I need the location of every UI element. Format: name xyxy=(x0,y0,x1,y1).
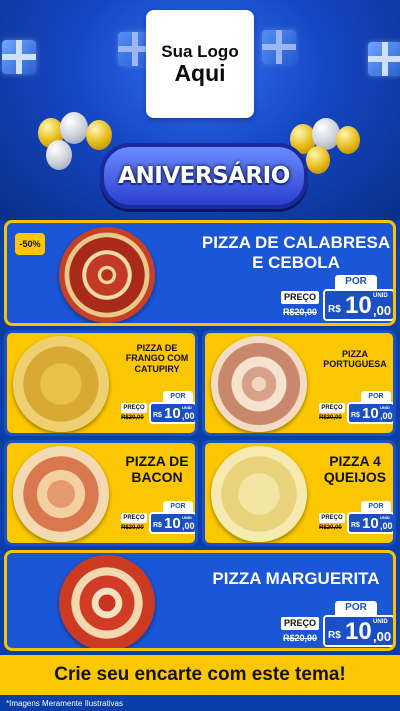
currency: R$ xyxy=(328,304,341,315)
discount-badge: -50% xyxy=(15,233,45,255)
pizza-image xyxy=(59,555,155,648)
balloon-icon xyxy=(46,140,72,170)
price-dec: ,00 xyxy=(182,521,195,531)
por-label: POR xyxy=(335,601,377,615)
por-label: POR xyxy=(335,275,377,289)
cta-banner[interactable]: Crie seu encarte com este tema! xyxy=(0,655,400,695)
por-label: POR xyxy=(361,501,391,512)
price-int: 10 xyxy=(345,292,372,319)
new-price: R$ 10 ,00 UNID xyxy=(323,289,393,321)
gift-icon xyxy=(368,42,400,76)
featured-title: PIZZA DE CALABRESA E CEBOLA xyxy=(197,233,393,272)
unit-label: UNID xyxy=(380,405,390,410)
gift-icon xyxy=(2,40,36,74)
por-label: POR xyxy=(361,391,391,402)
anniversary-banner: ANIVERSÁRIO xyxy=(100,143,308,209)
price-int: 10 xyxy=(345,618,372,645)
banner-text: ANIVERSÁRIO xyxy=(118,163,290,189)
preco-label: PREÇO xyxy=(319,513,345,523)
product-card[interactable]: PIZZA 4 QUEIJOS POR PREÇO R$20,00 R$ 10 … xyxy=(202,440,396,546)
price-int: 10 xyxy=(164,405,181,422)
pizza-image xyxy=(13,336,109,432)
unit-label: UNID xyxy=(182,515,192,520)
currency: R$ xyxy=(328,630,341,641)
preco-label: PREÇO xyxy=(319,403,345,413)
por-label: POR xyxy=(163,501,193,512)
old-price: R$20,00 xyxy=(283,633,318,643)
pizza-image xyxy=(59,227,155,323)
currency: R$ xyxy=(153,522,162,529)
price-dec: ,00 xyxy=(373,303,392,318)
product-title: PIZZA DE BACON xyxy=(115,453,195,486)
gift-icon xyxy=(262,30,296,64)
disclaimer: *Imagens Meramente Ilustrativas xyxy=(6,699,123,708)
title-line: PIZZA xyxy=(342,349,368,359)
title-line: PIZZA DE xyxy=(136,343,178,353)
product-title: PIZZA PORTUGUESA xyxy=(313,349,393,370)
currency: R$ xyxy=(351,412,360,419)
title-line: QUEIJOS xyxy=(323,469,387,486)
por-label: POR xyxy=(163,391,193,402)
preco-label: PREÇO xyxy=(121,513,147,523)
price-dec: ,00 xyxy=(182,411,195,421)
pizza-image xyxy=(211,336,307,432)
product-card[interactable]: PIZZA DE FRANGO COM CATUPIRY POR PREÇO R… xyxy=(4,330,198,436)
old-price: R$20,00 xyxy=(121,525,144,531)
currency: R$ xyxy=(153,412,162,419)
balloon-icon xyxy=(336,126,360,154)
unit-label: UNID xyxy=(380,515,390,520)
balloon-icon xyxy=(86,120,112,150)
bottom-title: PIZZA MARGUERITA xyxy=(212,569,380,588)
product-card[interactable]: PIZZA PORTUGUESA POR PREÇO R$20,00 R$ 10… xyxy=(202,330,396,436)
product-card[interactable]: PIZZA DE BACON POR PREÇO R$20,00 R$ 10 ,… xyxy=(4,440,198,546)
title-line: BACON xyxy=(131,469,183,486)
old-price: R$20,00 xyxy=(319,525,342,531)
price-int: 10 xyxy=(362,405,379,422)
price-int: 10 xyxy=(362,515,379,532)
price-int: 10 xyxy=(164,515,181,532)
preco-label: PREÇO xyxy=(281,617,319,630)
logo-line1: Sua Logo xyxy=(161,42,239,61)
old-price: R$20,00 xyxy=(283,307,318,317)
new-price: R$ 10 ,00 UNID xyxy=(347,402,393,424)
cta-text: Crie seu encarte com este tema! xyxy=(54,664,346,685)
balloon-icon xyxy=(60,112,88,144)
product-title: PIZZA DE FRANGO COM CATUPIRY xyxy=(115,343,195,374)
old-price: R$20,00 xyxy=(121,415,144,421)
pizza-image xyxy=(13,446,109,542)
preco-label: PREÇO xyxy=(281,291,319,304)
featured-card[interactable]: -50% PIZZA DE CALABRESA E CEBOLA POR PRE… xyxy=(4,220,396,326)
new-price: R$ 10 ,00 UNID xyxy=(149,402,195,424)
title-line: PIZZA DE xyxy=(125,453,189,469)
title-line: PORTUGUESA xyxy=(323,359,387,370)
logo-placeholder: Sua Logo Aqui xyxy=(146,10,254,118)
new-price: R$ 10 ,00 UNID xyxy=(149,512,195,534)
balloon-icon xyxy=(306,146,330,174)
product-title: PIZZA 4 QUEIJOS xyxy=(313,453,393,486)
new-price: R$ 10 ,00 UNID xyxy=(323,615,393,647)
title-line: CATUPIRY xyxy=(134,363,180,374)
price-dec: ,00 xyxy=(380,521,393,531)
price-dec: ,00 xyxy=(373,629,392,644)
pizza-image xyxy=(211,446,307,542)
featured-title-line1: PIZZA DE CALABRESA xyxy=(201,233,391,252)
preco-label: PREÇO xyxy=(121,403,147,413)
featured-title-line2: E CEBOLA xyxy=(252,252,340,272)
featured-card[interactable]: PIZZA MARGUERITA POR PREÇO R$20,00 R$ 10… xyxy=(4,550,396,651)
title-line: FRANGO COM xyxy=(125,353,189,364)
new-price: R$ 10 ,00 UNID xyxy=(347,512,393,534)
title-line: PIZZA 4 xyxy=(329,453,381,469)
price-dec: ,00 xyxy=(380,411,393,421)
logo-line2: Aqui xyxy=(174,59,226,86)
unit-label: UNID xyxy=(373,619,388,625)
unit-label: UNID xyxy=(373,293,388,299)
old-price: R$20,00 xyxy=(319,415,342,421)
currency: R$ xyxy=(351,522,360,529)
unit-label: UNID xyxy=(182,405,192,410)
